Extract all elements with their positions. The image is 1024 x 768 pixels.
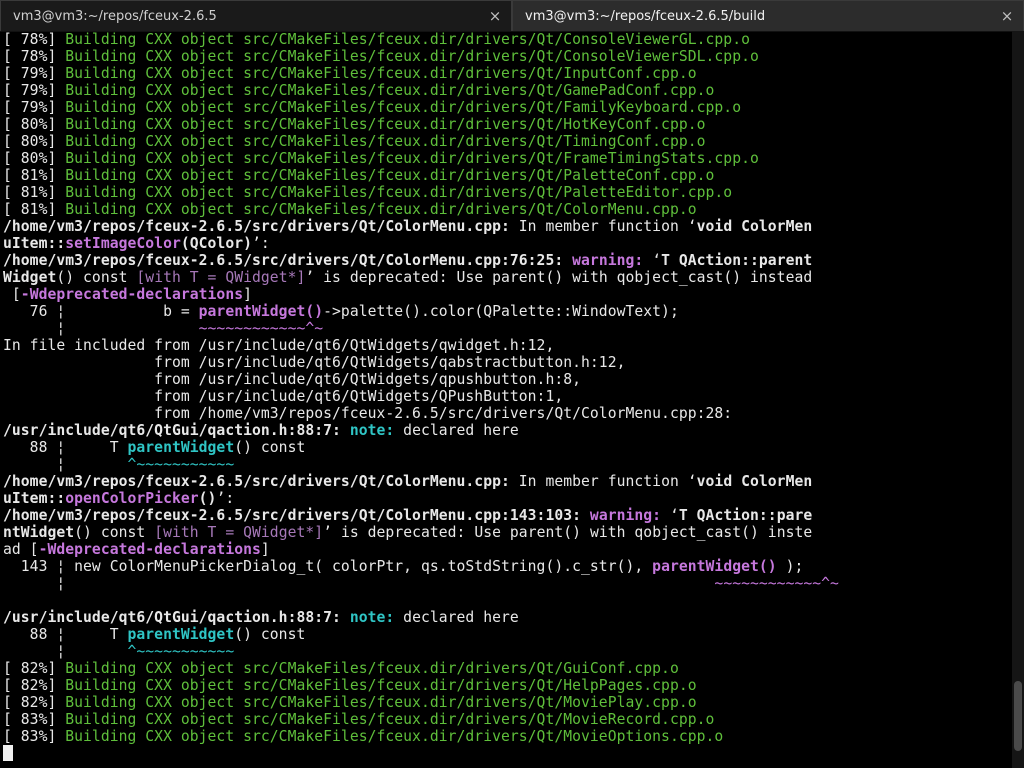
warning-line: ad [-Wdeprecated-declarations]: [3, 541, 270, 558]
tab-label: vm3@vm3:~/repos/fceux-2.6.5/build: [525, 8, 766, 24]
terminal-output[interactable]: [ 78%] Building CXX object src/CMakeFile…: [0, 31, 1012, 768]
warning-line: Widget() const [with T = QWidget*]’ is d…: [3, 269, 813, 286]
build-line: [ 81%] Building CXX object src/CMakeFile…: [3, 167, 715, 184]
tab-label: vm3@vm3:~/repos/fceux-2.6.5: [13, 8, 217, 24]
close-icon[interactable]: ×: [999, 8, 1015, 24]
warning-line: uItem::setImageColor(QColor)’:: [3, 235, 270, 252]
warning-block-2: /home/vm3/repos/fceux-2.6.5/src/drivers/…: [3, 473, 1012, 660]
terminal-scrollbar[interactable]: [1012, 31, 1024, 768]
build-line: [ 82%] Building CXX object src/CMakeFile…: [3, 677, 697, 694]
prompt-line[interactable]: [3, 745, 1012, 762]
include-line: from /usr/include/qt6/QtWidgets/qpushbut…: [3, 371, 582, 388]
caret-line: ¦ ~~~~~~~~~~~~^~: [3, 575, 839, 592]
include-line: from /usr/include/qt6/QtWidgets/QPushBut…: [3, 388, 564, 405]
source-line: 76 ¦ b = parentWidget()->palette().color…: [3, 303, 679, 320]
build-line: [ 80%] Building CXX object src/CMakeFile…: [3, 150, 759, 167]
build-line: [ 82%] Building CXX object src/CMakeFile…: [3, 660, 679, 677]
build-line: [ 78%] Building CXX object src/CMakeFile…: [3, 31, 750, 48]
build-lines-2: [ 82%] Building CXX object src/CMakeFile…: [3, 660, 1012, 745]
warning-line: ntWidget() const [with T = QWidget*]’ is…: [3, 524, 813, 541]
include-line: from /home/vm3/repos/fceux-2.6.5/src/dri…: [3, 405, 733, 422]
warning-line: uItem::openColorPicker()’:: [3, 490, 235, 507]
close-icon[interactable]: ×: [487, 8, 503, 24]
tab-fceux-root[interactable]: vm3@vm3:~/repos/fceux-2.6.5 ×: [0, 0, 512, 31]
build-line: [ 80%] Building CXX object src/CMakeFile…: [3, 116, 706, 133]
text-cursor: [3, 745, 13, 761]
build-line: [ 82%] Building CXX object src/CMakeFile…: [3, 694, 697, 711]
build-line: [ 78%] Building CXX object src/CMakeFile…: [3, 48, 759, 65]
include-line: In file included from /usr/include/qt6/Q…: [3, 337, 555, 354]
note-line: /usr/include/qt6/QtGui/qaction.h:88:7: n…: [3, 422, 519, 439]
build-line: [ 79%] Building CXX object src/CMakeFile…: [3, 82, 715, 99]
warning-line: /home/vm3/repos/fceux-2.6.5/src/drivers/…: [3, 252, 813, 269]
build-line: [ 80%] Building CXX object src/CMakeFile…: [3, 133, 706, 150]
terminal-window: vm3@vm3:~/repos/fceux-2.6.5 × vm3@vm3:~/…: [0, 0, 1024, 768]
tab-bar: vm3@vm3:~/repos/fceux-2.6.5 × vm3@vm3:~/…: [0, 0, 1024, 32]
caret-line: ¦ ^~~~~~~~~~~~: [3, 456, 235, 473]
source-line: 143 ¦ new ColorMenuPickerDialog_t( color…: [3, 558, 804, 575]
build-line: [ 79%] Building CXX object src/CMakeFile…: [3, 65, 697, 82]
warning-line: /home/vm3/repos/fceux-2.6.5/src/drivers/…: [3, 218, 813, 235]
scrollbar-thumb[interactable]: [1014, 681, 1022, 751]
warning-line: /home/vm3/repos/fceux-2.6.5/src/drivers/…: [3, 507, 813, 524]
build-line: [ 81%] Building CXX object src/CMakeFile…: [3, 184, 733, 201]
tab-fceux-build[interactable]: vm3@vm3:~/repos/fceux-2.6.5/build ×: [512, 0, 1024, 31]
build-line: [ 79%] Building CXX object src/CMakeFile…: [3, 99, 742, 116]
warning-block-1: /home/vm3/repos/fceux-2.6.5/src/drivers/…: [3, 218, 1012, 473]
include-line: from /usr/include/qt6/QtWidgets/qabstrac…: [3, 354, 626, 371]
source-line: 88 ¦ T parentWidget() const: [3, 439, 306, 456]
build-line: [ 81%] Building CXX object src/CMakeFile…: [3, 201, 697, 218]
warning-line: /home/vm3/repos/fceux-2.6.5/src/drivers/…: [3, 473, 813, 490]
build-line: [ 83%] Building CXX object src/CMakeFile…: [3, 728, 724, 745]
caret-line: ¦ ~~~~~~~~~~~~^~: [3, 320, 324, 337]
warning-line: [-Wdeprecated-declarations]: [3, 286, 253, 303]
note-line: /usr/include/qt6/QtGui/qaction.h:88:7: n…: [3, 609, 519, 626]
build-line: [ 83%] Building CXX object src/CMakeFile…: [3, 711, 715, 728]
build-lines-1: [ 78%] Building CXX object src/CMakeFile…: [3, 31, 1012, 218]
caret-line: ¦ ^~~~~~~~~~~~: [3, 643, 235, 660]
source-line: 88 ¦ T parentWidget() const: [3, 626, 306, 643]
